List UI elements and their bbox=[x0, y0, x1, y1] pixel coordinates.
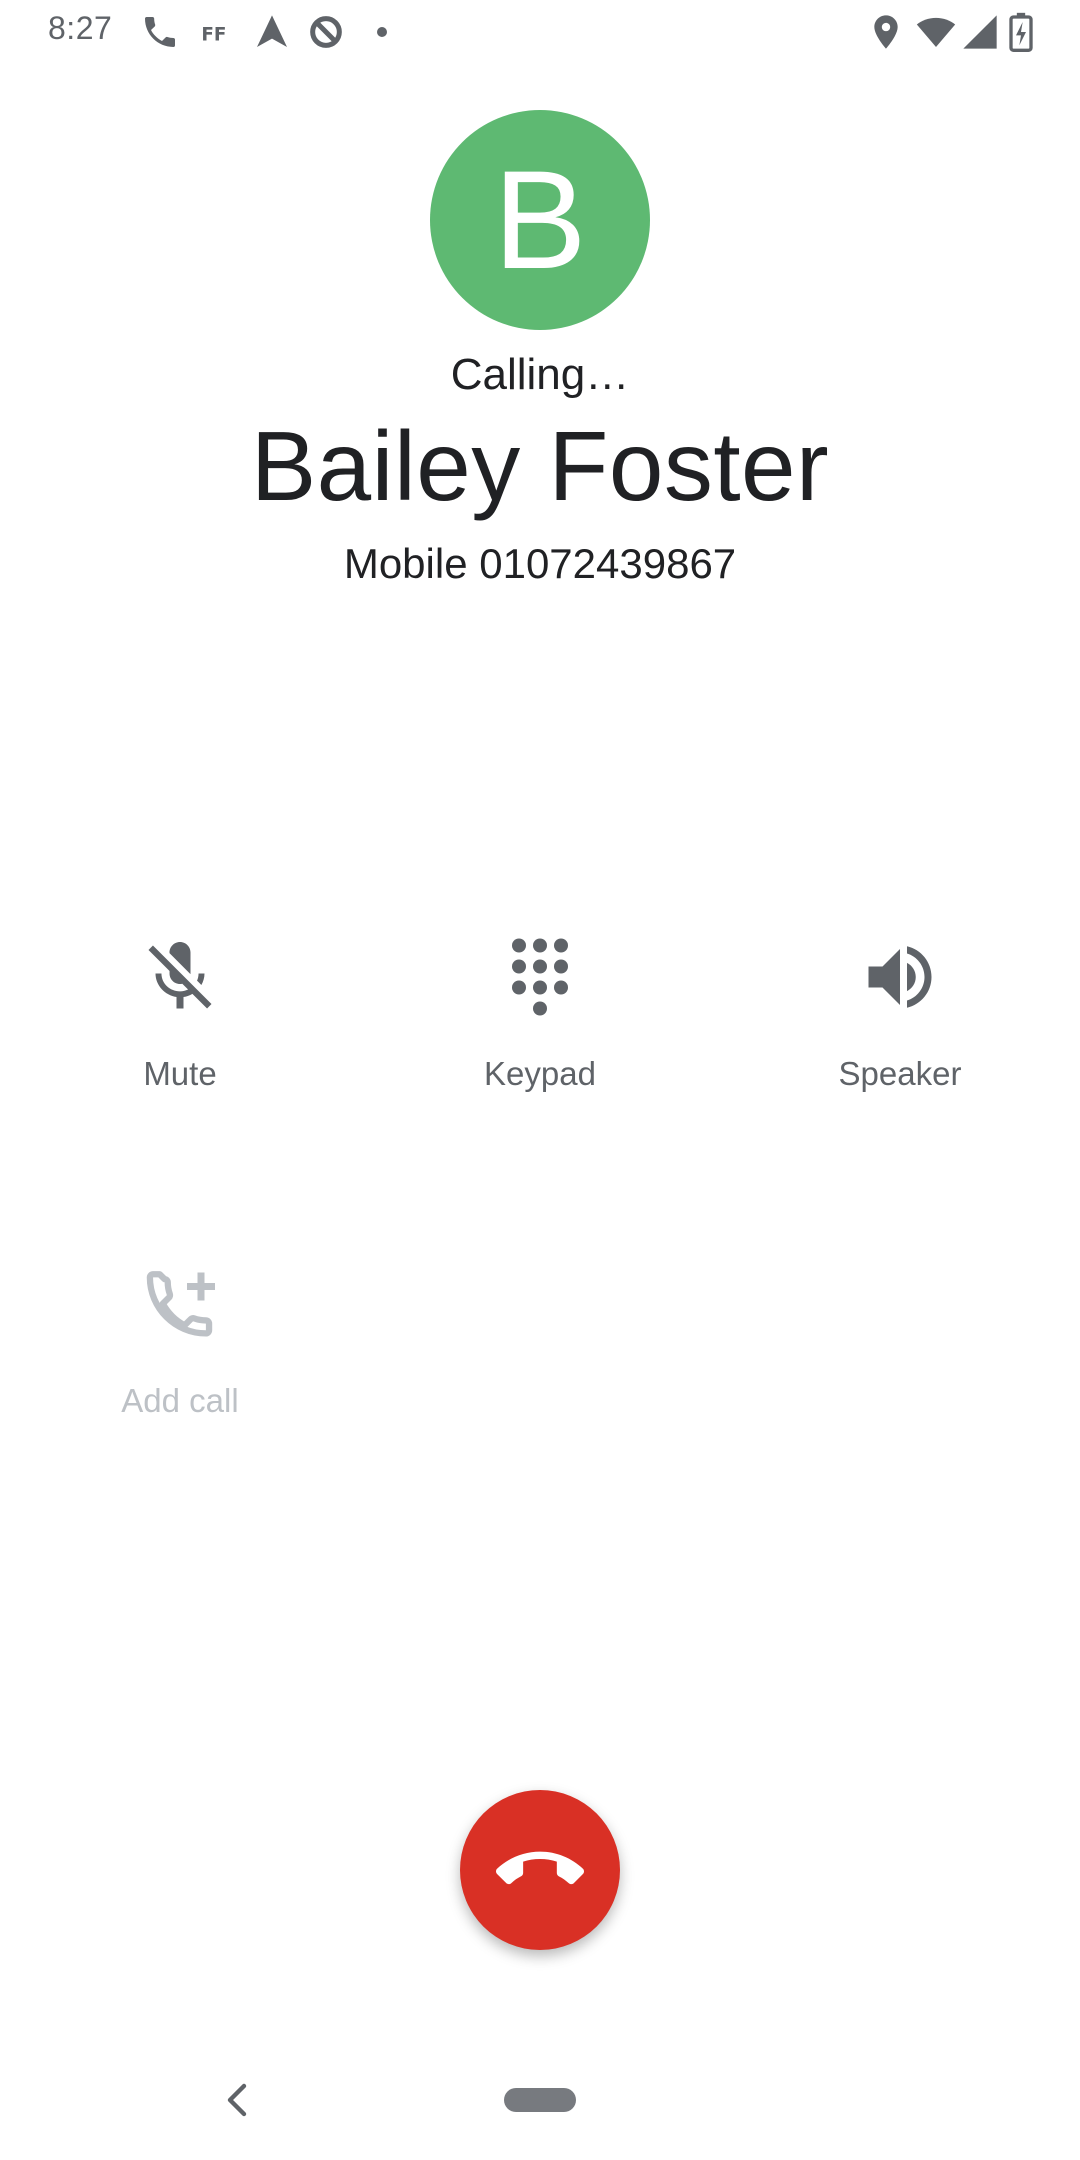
battery-charging-icon bbox=[1006, 12, 1036, 52]
contact-number: Mobile 01072439867 bbox=[343, 540, 737, 587]
end-call-icon bbox=[496, 1851, 584, 1885]
navigation-arrow-icon bbox=[252, 12, 292, 52]
add-call-button[interactable]: Add call bbox=[30, 1262, 330, 1492]
nav-home-pill[interactable] bbox=[504, 2088, 576, 2112]
end-call-button[interactable] bbox=[460, 1790, 620, 1950]
location-icon bbox=[866, 12, 906, 52]
status-time: 8:27 bbox=[48, 10, 113, 46]
mute-button[interactable]: Mute bbox=[30, 935, 330, 1165]
call-status: Calling… bbox=[450, 350, 630, 399]
nav-back-button[interactable] bbox=[222, 2082, 254, 2118]
speaker-button[interactable]: Speaker bbox=[750, 935, 1050, 1165]
ff-icon: FF bbox=[198, 12, 238, 52]
keypad-label: Keypad bbox=[484, 1055, 596, 1092]
notification-dot-icon bbox=[362, 12, 402, 52]
chevron-left-icon bbox=[227, 2083, 247, 2117]
data-saver-icon bbox=[306, 12, 346, 52]
cell-signal-icon bbox=[960, 12, 1000, 52]
contact-name: Bailey Foster bbox=[250, 411, 830, 521]
speaker-label: Speaker bbox=[838, 1055, 962, 1092]
mute-label: Mute bbox=[143, 1055, 217, 1092]
add-call-label: Add call bbox=[121, 1382, 239, 1419]
speaker-icon bbox=[858, 935, 942, 1019]
add-call-icon bbox=[138, 1262, 222, 1346]
svg-text:FF: FF bbox=[201, 24, 226, 45]
dialpad-icon bbox=[498, 935, 582, 1019]
keypad-button[interactable]: Keypad bbox=[390, 935, 690, 1165]
wifi-icon bbox=[916, 12, 956, 52]
contact-avatar: B bbox=[430, 110, 650, 330]
status-bar: 8:27 FF bbox=[0, 0, 1080, 64]
mic-off-icon bbox=[138, 935, 222, 1019]
phone-icon bbox=[140, 12, 180, 52]
